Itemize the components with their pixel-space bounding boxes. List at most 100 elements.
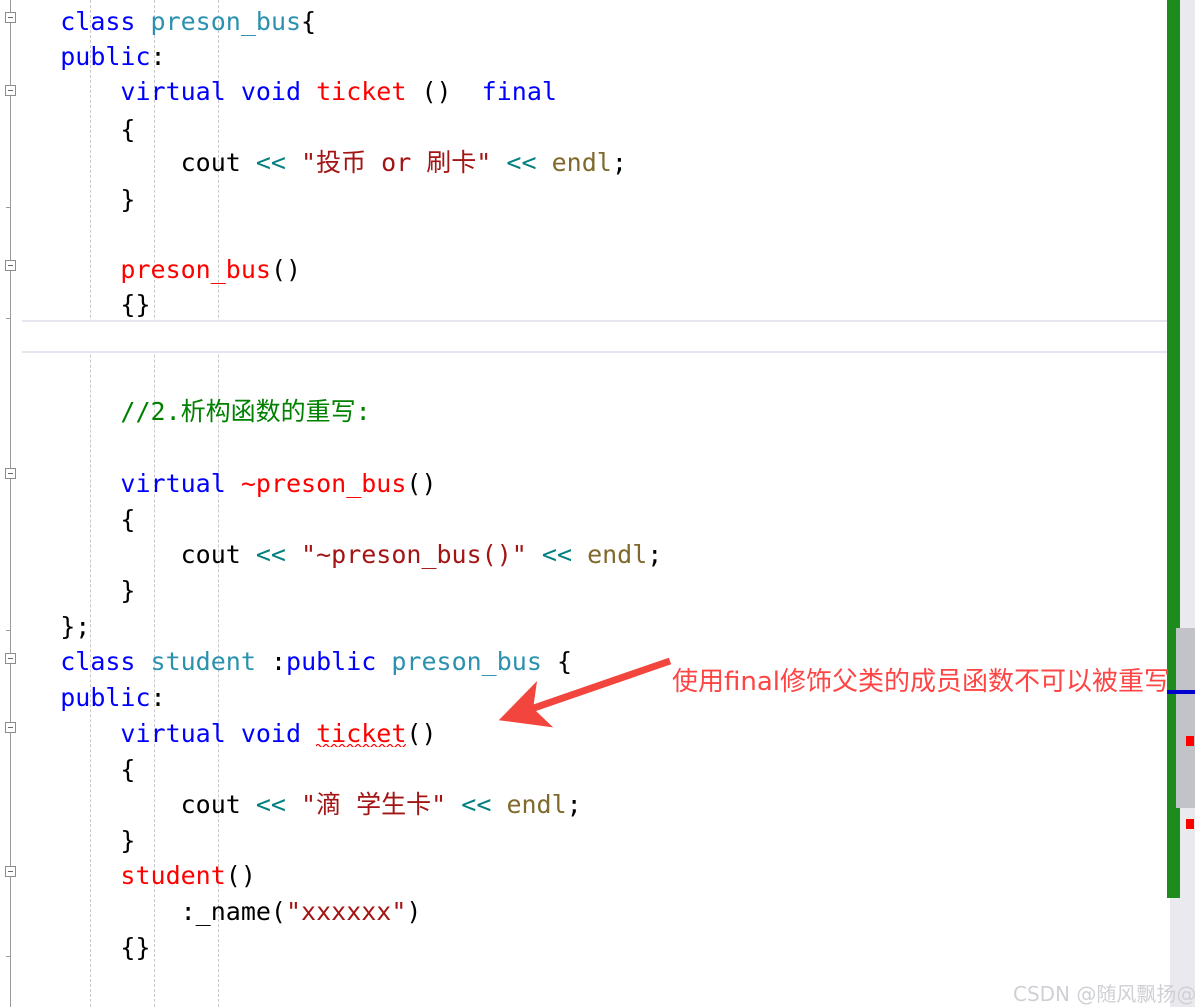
code-line[interactable]: preson_bus()	[0, 250, 1170, 290]
code-line[interactable]: class preson_bus{	[0, 2, 1170, 42]
code-token: ~preson_bus	[240, 469, 407, 498]
code-line[interactable]: cout << "~preson_bus()" << endl;	[0, 535, 1170, 575]
code-token: {	[301, 7, 317, 36]
code-token: {	[0, 755, 136, 784]
code-line[interactable]: virtual ~preson_bus()	[0, 464, 1170, 504]
code-line[interactable]	[0, 356, 1170, 396]
code-token: "投币 or 刷卡"	[301, 148, 492, 177]
code-line[interactable]: student()	[0, 856, 1170, 896]
code-token: public	[286, 647, 392, 676]
code-token: preson_bus	[150, 7, 302, 36]
code-token: public	[60, 42, 151, 71]
code-token: };	[0, 612, 91, 641]
code-line[interactable]: cout << "滴 学生卡" << endl;	[0, 785, 1170, 825]
code-line[interactable]: public:	[0, 37, 1170, 77]
code-token: :	[150, 683, 166, 712]
code-token: :	[270, 647, 287, 676]
code-token: virtual void	[120, 77, 317, 106]
code-token: virtual void	[120, 719, 317, 748]
code-line[interactable]: }	[0, 821, 1170, 861]
code-token: "xxxxxx"	[285, 897, 407, 926]
code-text-area[interactable]: class preson_bus{ public: virtual void t…	[0, 0, 1170, 1007]
code-line[interactable]: cout << "投币 or 刷卡" << endl;	[0, 143, 1170, 183]
code-token: ()	[270, 255, 302, 284]
code-editor[interactable]: class preson_bus{ public: virtual void t…	[0, 0, 1195, 1007]
code-token: {}	[0, 933, 151, 962]
code-token: ()	[225, 861, 256, 890]
code-line[interactable]: }	[0, 571, 1170, 611]
code-token: <<	[506, 148, 537, 177]
code-token: ticket	[316, 77, 407, 106]
code-token: endl	[587, 540, 648, 569]
code-token: <<	[255, 148, 286, 177]
cursor-position-marker	[1167, 690, 1195, 694]
code-token: endl	[506, 790, 567, 819]
code-line[interactable]	[0, 215, 1170, 255]
code-token: class	[60, 7, 151, 36]
code-token: {	[541, 647, 572, 676]
code-token: ()	[406, 469, 437, 498]
code-line[interactable]: {	[0, 750, 1170, 790]
code-line[interactable]: };	[0, 607, 1170, 647]
code-token: ;	[647, 540, 663, 569]
code-token: class	[60, 647, 151, 676]
code-token: <<	[255, 790, 286, 819]
code-token: final	[481, 77, 557, 106]
code-line[interactable]: }	[0, 180, 1170, 220]
code-line[interactable]: virtual void ticket () final	[0, 72, 1170, 112]
error-squiggle-icon	[316, 743, 407, 747]
code-token: {	[0, 505, 136, 534]
code-token: preson_bus	[120, 255, 271, 284]
code-line[interactable]: virtual void ticket()	[0, 714, 1170, 754]
annotation-text: 使用final修饰父类的成员函数不可以被重写	[672, 667, 1171, 697]
code-token: ()	[406, 719, 437, 748]
code-line[interactable]: :_name("xxxxxx")	[0, 892, 1170, 932]
code-token: {	[0, 115, 136, 144]
code-line[interactable]: {}	[0, 285, 1170, 325]
code-token: //2.析构函数的重写:	[120, 397, 371, 426]
code-token: virtual	[120, 469, 241, 498]
code-token-error: ticket	[316, 719, 407, 748]
vertical-scrollbar-thumb[interactable]	[1176, 628, 1195, 808]
error-marker-1[interactable]	[1186, 819, 1194, 829]
code-line[interactable]	[0, 428, 1170, 468]
code-token: student	[150, 647, 271, 676]
code-token: "~preson_bus()"	[301, 540, 527, 569]
code-token: cout	[0, 540, 256, 569]
code-token: "滴 学生卡"	[301, 790, 447, 819]
code-token: ;	[611, 148, 627, 177]
csdn-watermark: CSDN @随风飘扬@	[1013, 982, 1195, 1006]
error-marker-0[interactable]	[1186, 736, 1194, 746]
code-line[interactable]: //2.析构函数的重写:	[0, 392, 1170, 432]
code-token: <<	[255, 540, 286, 569]
code-token: }	[0, 576, 136, 605]
code-token: public	[60, 683, 151, 712]
code-token: preson_bus	[391, 647, 542, 676]
code-line[interactable]: {	[0, 500, 1170, 540]
code-token: ()	[406, 77, 482, 106]
code-token: student	[120, 861, 226, 890]
code-line[interactable]: {}	[0, 928, 1170, 968]
code-token: cout	[0, 790, 256, 819]
code-token: )	[406, 897, 422, 926]
code-token: }	[0, 826, 136, 855]
code-token: <<	[461, 790, 492, 819]
code-token: ;	[566, 790, 582, 819]
